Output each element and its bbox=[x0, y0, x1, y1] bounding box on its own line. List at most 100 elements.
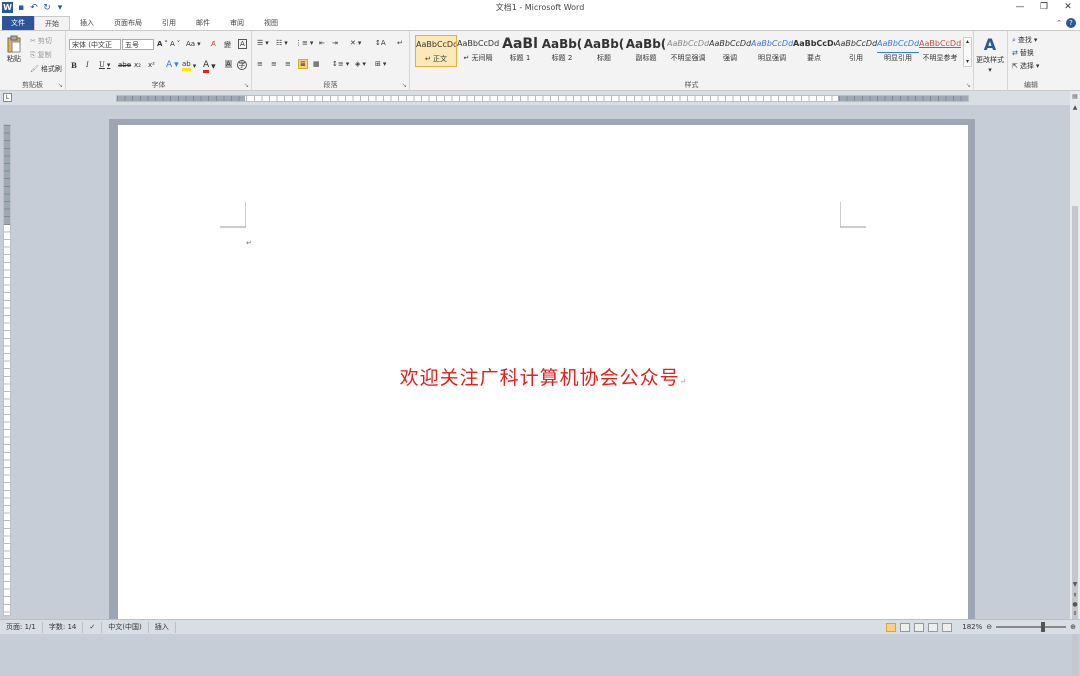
align-right-button[interactable]: ≡ bbox=[285, 60, 291, 68]
tab-review[interactable]: 审阅 bbox=[220, 16, 254, 30]
language-status[interactable]: 中文(中国) bbox=[102, 621, 149, 633]
tab-references[interactable]: 引用 bbox=[152, 16, 186, 30]
clear-format-button[interactable]: A̸ bbox=[211, 40, 216, 48]
highlight-button[interactable]: ab ▾ bbox=[182, 60, 196, 71]
style-no-spacing[interactable]: AaBbCcDd ↵ 无间隔 bbox=[457, 35, 499, 67]
draft-view-button[interactable] bbox=[942, 622, 953, 632]
document-page[interactable]: ↵ 欢迎关注广科计算机协会公众号↵ bbox=[118, 125, 968, 619]
full-screen-reading-button[interactable] bbox=[900, 622, 911, 632]
style-intense-quote[interactable]: AaBbCcDd 明显引用 bbox=[877, 35, 919, 67]
change-case-button[interactable]: Aa ▾ bbox=[186, 40, 201, 48]
shading-button[interactable]: ◈ ▾ bbox=[355, 60, 366, 68]
text-effects-button[interactable]: A ▾ bbox=[166, 60, 179, 70]
italic-button[interactable]: I bbox=[86, 61, 89, 69]
grow-font-button[interactable]: A ˄ bbox=[157, 40, 168, 48]
style-quote[interactable]: AaBbCcDd 引用 bbox=[835, 35, 877, 67]
scroll-up-arrow[interactable]: ▲ bbox=[1070, 104, 1080, 113]
tab-insert[interactable]: 插入 bbox=[70, 16, 104, 30]
zoom-out-icon[interactable]: ⊖ bbox=[986, 623, 992, 631]
strikethrough-button[interactable]: abe bbox=[118, 61, 131, 69]
char-border-button[interactable]: A bbox=[238, 39, 247, 49]
decrease-indent-button[interactable]: ⇤ bbox=[319, 39, 325, 47]
cut-button[interactable]: ✂ 剪切 bbox=[30, 36, 52, 46]
superscript-button[interactable]: x² bbox=[148, 61, 155, 69]
underline-button[interactable]: U ▾ bbox=[99, 61, 110, 69]
font-dialog-launcher-icon[interactable]: ↘ bbox=[244, 82, 249, 89]
char-shading-button[interactable]: A bbox=[225, 60, 232, 68]
dialog-launcher-icon[interactable]: ↘ bbox=[58, 82, 63, 89]
increase-indent-button[interactable]: ⇥ bbox=[332, 39, 338, 47]
minimize-button[interactable]: — bbox=[1008, 0, 1032, 15]
word-app-icon[interactable]: W bbox=[2, 2, 13, 13]
styles-dialog-launcher-icon[interactable]: ↘ bbox=[966, 82, 971, 89]
next-page-icon[interactable]: ⇟ bbox=[1070, 610, 1080, 619]
select-button[interactable]: ⇱ 选择 ▾ bbox=[1012, 61, 1039, 71]
align-center-button[interactable]: ≡ bbox=[271, 60, 277, 68]
document-body-text[interactable]: 欢迎关注广科计算机协会公众号↵ bbox=[118, 363, 968, 390]
align-left-button[interactable]: ≡ bbox=[257, 60, 263, 68]
scroll-down-arrow[interactable]: ▼ bbox=[1070, 581, 1080, 590]
shrink-font-button[interactable]: A ˅ bbox=[170, 40, 180, 48]
bullets-button[interactable]: ☰ ▾ bbox=[257, 39, 269, 47]
justify-button[interactable]: ≣ bbox=[298, 59, 308, 69]
sort-button[interactable]: ↕A bbox=[375, 39, 386, 47]
font-name-select[interactable]: 宋体 (中文正 bbox=[69, 39, 121, 50]
line-spacing-button[interactable]: ↕≡ ▾ bbox=[332, 60, 349, 68]
show-marks-button[interactable]: ↵ bbox=[397, 39, 403, 47]
ruler-toggle-icon[interactable]: ▤ bbox=[1070, 93, 1080, 102]
tab-page-layout[interactable]: 页面布局 bbox=[104, 16, 152, 30]
zoom-in-icon[interactable]: ⊕ bbox=[1070, 623, 1076, 631]
print-layout-view-button[interactable] bbox=[886, 622, 897, 632]
horizontal-ruler[interactable] bbox=[116, 95, 969, 102]
multilevel-list-button[interactable]: ⋮≡ ▾ bbox=[295, 39, 313, 47]
customize-qat-icon[interactable]: ▾ bbox=[55, 3, 65, 13]
web-layout-button[interactable] bbox=[914, 622, 925, 632]
bold-button[interactable]: B bbox=[71, 61, 77, 70]
tab-file[interactable]: 文件 bbox=[2, 16, 34, 30]
style-heading-1[interactable]: AaBl 标题 1 bbox=[499, 35, 541, 67]
style-subtitle[interactable]: AaBb(副标题 bbox=[625, 35, 667, 67]
redo-icon[interactable]: ↻ bbox=[42, 3, 52, 13]
document-text[interactable]: 欢迎关注广科计算机协会公众号 bbox=[400, 367, 680, 389]
word-count[interactable]: 字数: 14 bbox=[43, 621, 84, 633]
vertical-scrollbar[interactable]: ▤ ▲ ▼ ⇞ ● ⇟ bbox=[1070, 91, 1080, 676]
find-button[interactable]: ⌕ 查找 ▾ bbox=[1012, 35, 1037, 45]
style-subtle-reference[interactable]: AaBbCcDd 不明显参考 bbox=[919, 35, 961, 67]
undo-icon[interactable]: ↶ bbox=[29, 3, 39, 13]
change-styles-button[interactable]: A 更改样式 ▾ bbox=[976, 35, 1004, 74]
font-color-button[interactable]: A ▾ bbox=[203, 60, 216, 73]
tab-mailings[interactable]: 邮件 bbox=[186, 16, 220, 30]
proofing-icon[interactable]: ✓ bbox=[83, 621, 103, 633]
paste-button[interactable]: 粘贴 bbox=[5, 35, 23, 64]
page-count[interactable]: 页面: 1/1 bbox=[0, 621, 43, 633]
style-strong[interactable]: AaBbCcDd 要点 bbox=[793, 35, 835, 67]
save-icon[interactable]: ▪ bbox=[16, 3, 26, 13]
format-painter-button[interactable]: 🖌 格式刷 bbox=[30, 64, 62, 74]
restore-button[interactable]: ❐ bbox=[1032, 0, 1056, 15]
replace-button[interactable]: ⇄ 替换 bbox=[1012, 48, 1034, 58]
close-button[interactable]: ✕ bbox=[1056, 0, 1080, 15]
paragraph-dialog-launcher-icon[interactable]: ↘ bbox=[402, 82, 407, 89]
zoom-slider-thumb[interactable] bbox=[1041, 622, 1046, 632]
insert-mode-status[interactable]: 插入 bbox=[149, 621, 176, 633]
browse-object-icon[interactable]: ● bbox=[1070, 601, 1080, 610]
distributed-button[interactable]: ▦ bbox=[313, 60, 320, 68]
help-icon[interactable]: ? bbox=[1066, 18, 1076, 28]
phonetic-guide-button[interactable]: 變 bbox=[224, 40, 231, 50]
tab-view[interactable]: 视图 bbox=[254, 16, 288, 30]
enclose-char-button[interactable]: 字 bbox=[237, 60, 247, 70]
style-emphasis[interactable]: AaBbCcDd 强调 bbox=[709, 35, 751, 67]
zoom-slider[interactable] bbox=[996, 622, 1067, 632]
font-size-select[interactable]: 五号 bbox=[122, 39, 154, 50]
style-title[interactable]: AaBb(标题 bbox=[583, 35, 625, 67]
minimize-ribbon-icon[interactable]: ⌃ bbox=[1056, 19, 1062, 27]
style-normal[interactable]: AaBbCcDd ↵ 正文 bbox=[415, 35, 457, 67]
subscript-button[interactable]: x₂ bbox=[134, 61, 141, 69]
borders-button[interactable]: ⊞ ▾ bbox=[375, 60, 386, 68]
tab-home[interactable]: 开始 bbox=[34, 16, 70, 30]
vertical-ruler[interactable] bbox=[3, 124, 11, 616]
numbering-button[interactable]: ☷ ▾ bbox=[276, 39, 288, 47]
style-heading-2[interactable]: AaBb(标题 2 bbox=[541, 35, 583, 67]
style-intense-emphasis[interactable]: AaBbCcDd 明显强调 bbox=[751, 35, 793, 67]
style-subtle-emphasis[interactable]: AaBbCcDd 不明显强调 bbox=[667, 35, 709, 67]
